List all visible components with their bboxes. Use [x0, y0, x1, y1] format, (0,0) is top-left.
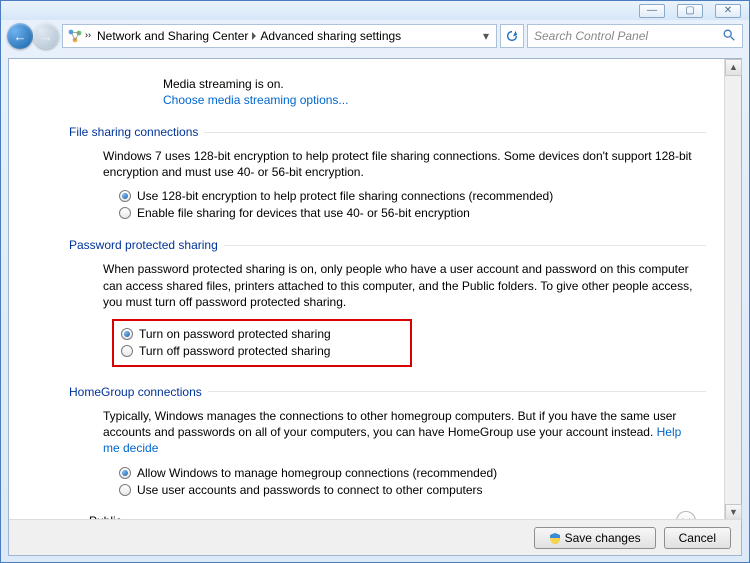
footer-bar: Save changes Cancel — [9, 519, 741, 555]
control-panel-window: — ▢ ✕ ← → ‹‹ Network and Sharing Center … — [0, 0, 750, 563]
radio-icon — [119, 484, 131, 496]
section-homegroup-header: HomeGroup connections — [69, 385, 706, 399]
search-placeholder: Search Control Panel — [534, 29, 648, 43]
chevron-right-icon — [252, 32, 256, 40]
radio-icon — [119, 207, 131, 219]
media-streaming-options-link[interactable]: Choose media streaming options... — [163, 93, 706, 107]
navigation-bar: ← → ‹‹ Network and Sharing Center Advanc… — [1, 20, 749, 52]
radio-password-sharing-off[interactable]: Turn off password protected sharing — [121, 344, 402, 358]
forward-button[interactable]: → — [33, 23, 59, 49]
search-icon — [722, 28, 736, 45]
password-sharing-description: When password protected sharing is on, o… — [103, 261, 696, 310]
file-sharing-description: Windows 7 uses 128-bit encryption to hel… — [103, 148, 696, 180]
breadcrumb-current[interactable]: Advanced sharing settings — [260, 29, 401, 43]
back-button[interactable]: ← — [7, 23, 33, 49]
radio-password-sharing-on[interactable]: Turn on password protected sharing — [121, 327, 402, 341]
radio-icon — [119, 190, 131, 202]
breadcrumb-parent[interactable]: Network and Sharing Center — [97, 29, 248, 43]
section-file-sharing-header: File sharing connections — [69, 125, 706, 139]
radio-icon — [121, 345, 133, 357]
network-icon — [67, 28, 83, 44]
cancel-button[interactable]: Cancel — [664, 527, 731, 549]
radio-user-accounts-homegroup[interactable]: Use user accounts and passwords to conne… — [119, 483, 706, 497]
breadcrumb[interactable]: ‹‹ Network and Sharing Center Advanced s… — [62, 24, 497, 48]
vertical-scrollbar[interactable]: ▲ ▼ — [724, 59, 741, 521]
titlebar: — ▢ ✕ — [1, 1, 749, 20]
minimize-button[interactable]: — — [639, 4, 665, 18]
settings-pane: Media streaming is on. Choose media stre… — [9, 59, 726, 521]
media-streaming-status: Media streaming is on. — [163, 77, 706, 91]
homegroup-description: Typically, Windows manages the connectio… — [103, 408, 696, 457]
radio-128bit-encryption[interactable]: Use 128-bit encryption to help protect f… — [119, 189, 706, 203]
close-button[interactable]: ✕ — [715, 4, 741, 18]
maximize-button[interactable]: ▢ — [677, 4, 703, 18]
refresh-button[interactable] — [500, 24, 524, 48]
scroll-up-button[interactable]: ▲ — [725, 59, 742, 76]
radio-40-56bit-encryption[interactable]: Enable file sharing for devices that use… — [119, 206, 706, 220]
search-input[interactable]: Search Control Panel — [527, 24, 743, 48]
radio-icon — [121, 328, 133, 340]
breadcrumb-dropdown[interactable]: ▾ — [478, 29, 494, 43]
radio-icon — [119, 467, 131, 479]
save-changes-button[interactable]: Save changes — [534, 527, 656, 549]
highlighted-password-options: Turn on password protected sharing Turn … — [112, 319, 412, 367]
section-password-sharing-header: Password protected sharing — [69, 238, 706, 252]
shield-icon — [549, 532, 561, 544]
content-frame: Media streaming is on. Choose media stre… — [8, 58, 742, 556]
chevron-left-icon: ‹‹ — [85, 31, 91, 41]
radio-windows-manage-homegroup[interactable]: Allow Windows to manage homegroup connec… — [119, 466, 706, 480]
